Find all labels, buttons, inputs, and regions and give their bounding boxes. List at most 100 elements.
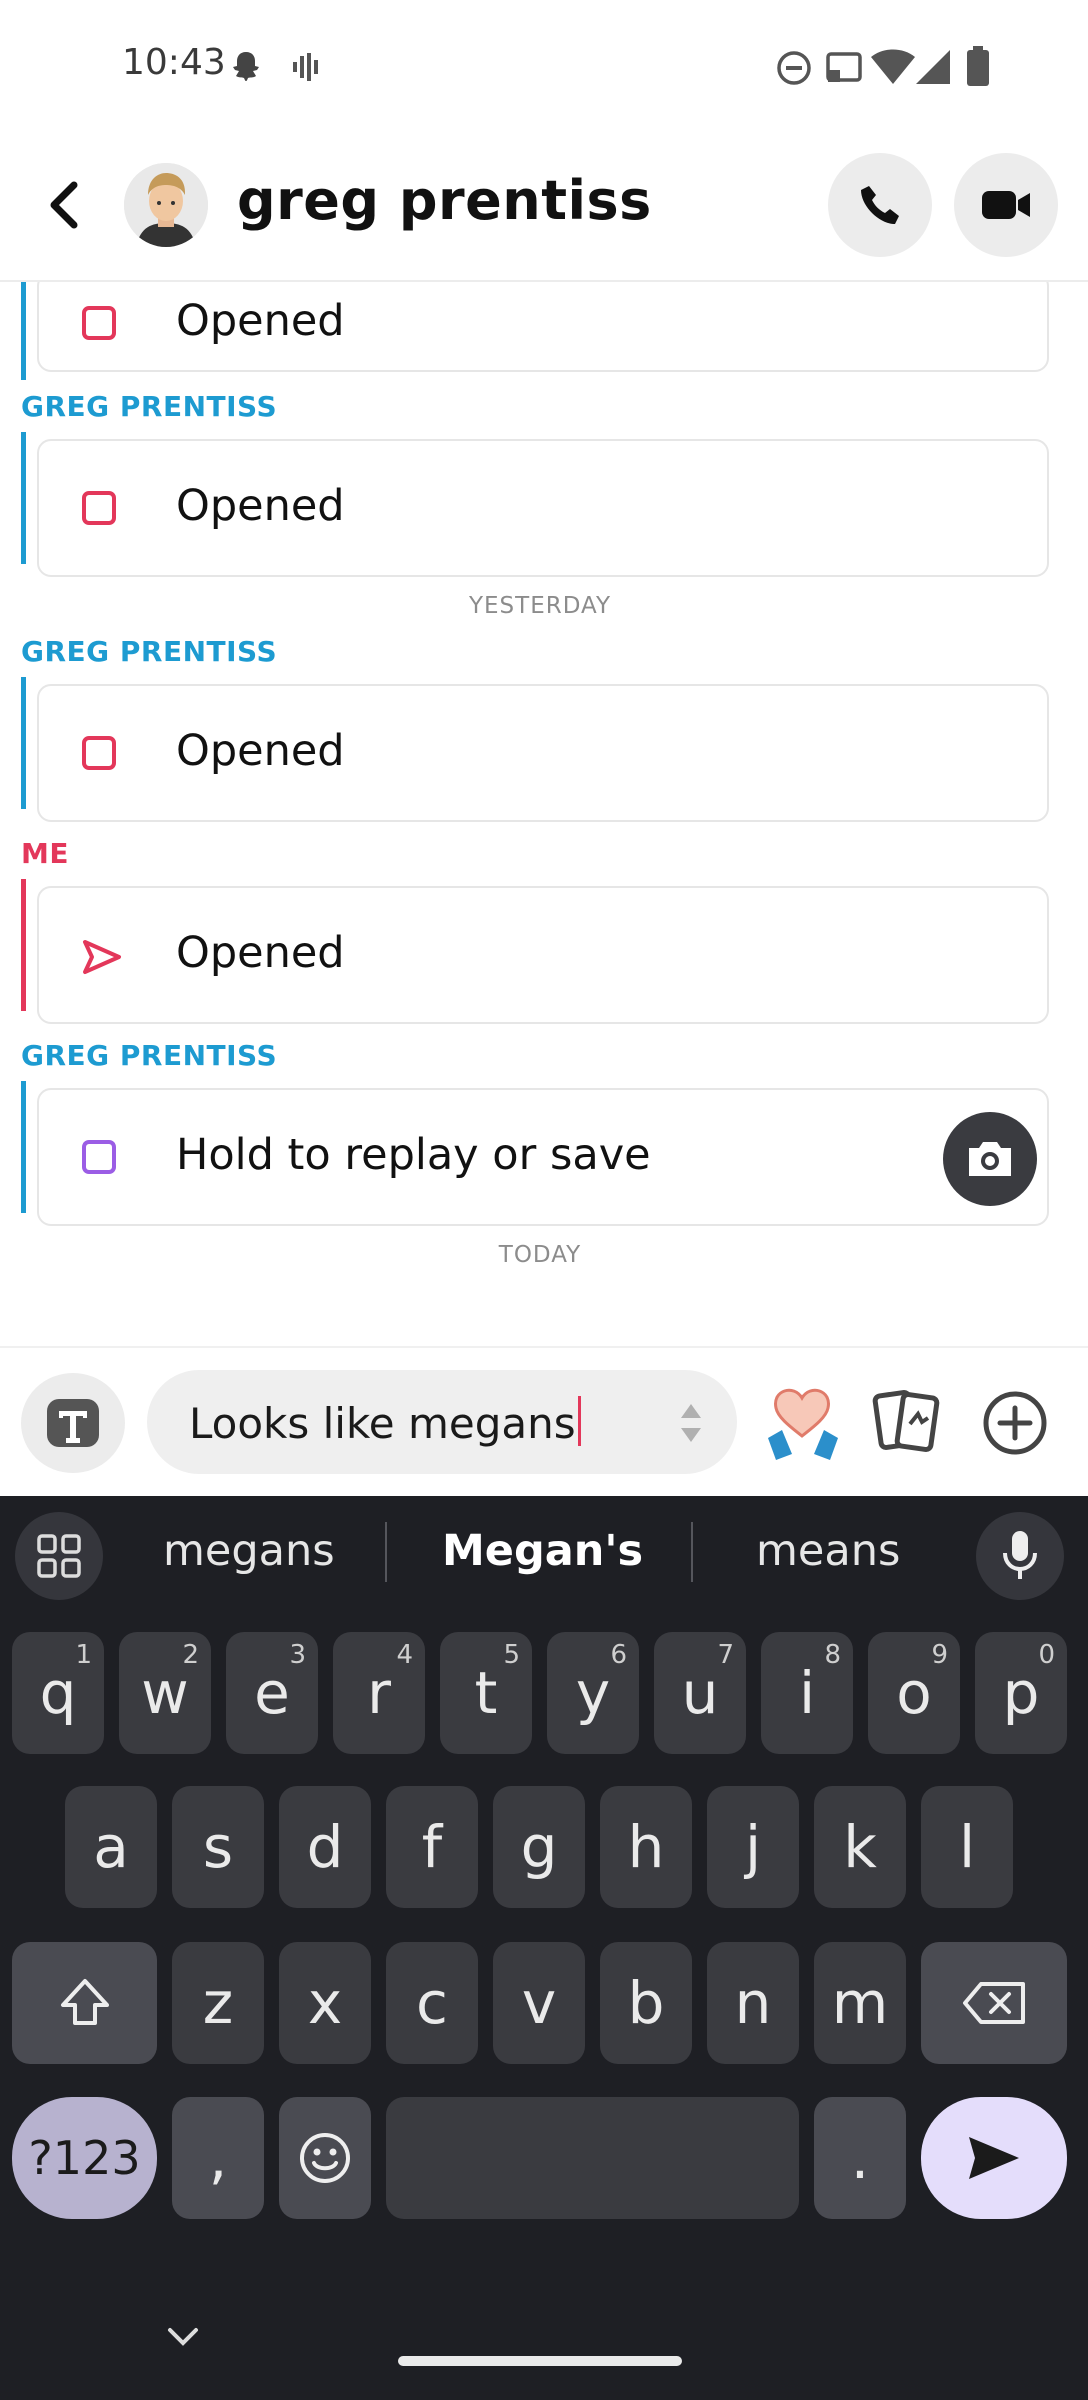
key-w[interactable]: w2 xyxy=(119,1632,211,1754)
key-v[interactable]: v xyxy=(493,1942,585,2064)
key-label: p xyxy=(1002,1659,1040,1727)
key-hint: 1 xyxy=(75,1640,92,1670)
camera-reply-button[interactable] xyxy=(943,1112,1037,1206)
sender-bar xyxy=(21,677,26,809)
text-mode-button[interactable] xyxy=(21,1373,125,1473)
voice-input-button[interactable] xyxy=(976,1512,1064,1600)
space-key[interactable] xyxy=(386,2097,799,2219)
key-i[interactable]: i8 xyxy=(761,1632,853,1754)
symbols-key[interactable]: ?123 xyxy=(12,2097,157,2219)
contact-name[interactable]: greg prentiss xyxy=(237,169,652,232)
key-label: e xyxy=(254,1659,290,1727)
key-a[interactable]: a xyxy=(65,1786,157,1908)
key-s[interactable]: s xyxy=(172,1786,264,1908)
cast-icon xyxy=(826,52,862,82)
wifi-icon xyxy=(871,49,915,84)
video-call-button[interactable] xyxy=(954,153,1058,257)
suggestion-3[interactable]: means xyxy=(756,1526,900,1576)
key-x[interactable]: x xyxy=(279,1942,371,2064)
message-bubble[interactable]: Opened xyxy=(37,886,1049,1024)
chat-header: greg prentiss xyxy=(0,135,1088,282)
sender-bar xyxy=(21,1081,26,1213)
key-k[interactable]: k xyxy=(814,1786,906,1908)
message-text: Opened xyxy=(176,481,345,531)
suggestion-2[interactable]: Megan's xyxy=(442,1526,643,1576)
key-z[interactable]: z xyxy=(172,1942,264,2064)
key-label: y xyxy=(575,1659,611,1727)
battery-icon xyxy=(967,46,989,86)
key-hint: 6 xyxy=(610,1640,627,1670)
key-hint: 8 xyxy=(824,1640,841,1670)
key-hint: 7 xyxy=(717,1640,734,1670)
key-label: i xyxy=(798,1659,816,1727)
shift-arrow-icon xyxy=(60,1979,109,2025)
key-d[interactable]: d xyxy=(279,1786,371,1908)
key-j[interactable]: j xyxy=(707,1786,799,1908)
key-m[interactable]: m xyxy=(814,1942,906,2064)
key-l[interactable]: l xyxy=(921,1786,1013,1908)
key-u[interactable]: u7 xyxy=(654,1632,746,1754)
cards-icon[interactable] xyxy=(872,1384,942,1460)
sender-label: GREG PRENTISS xyxy=(21,390,278,423)
message-bubble[interactable]: Opened xyxy=(37,684,1049,822)
key-q[interactable]: q1 xyxy=(12,1632,104,1754)
text-format-icon xyxy=(47,1399,99,1447)
key-h[interactable]: h xyxy=(600,1786,692,1908)
message-text: Opened xyxy=(176,296,345,346)
sender-label: GREG PRENTISS xyxy=(21,1039,278,1072)
signal-icon xyxy=(916,50,950,84)
key-p[interactable]: p0 xyxy=(975,1632,1067,1754)
key-b[interactable]: b xyxy=(600,1942,692,2064)
key-y[interactable]: y6 xyxy=(547,1632,639,1754)
opened-snap-icon xyxy=(82,736,116,770)
key-c[interactable]: c xyxy=(386,1942,478,2064)
message-text: Hold to replay or save xyxy=(176,1130,651,1180)
sender-bar xyxy=(21,282,26,380)
key-hint: 4 xyxy=(396,1640,413,1670)
sender-bar xyxy=(21,432,26,564)
message-input[interactable]: Looks like megans xyxy=(147,1370,737,1474)
keyboard-menu-button[interactable] xyxy=(15,1512,103,1600)
key-o[interactable]: o9 xyxy=(868,1632,960,1754)
key-n[interactable]: n xyxy=(707,1942,799,2064)
period-key[interactable]: . xyxy=(814,2097,906,2219)
chat-messages[interactable]: Opened GREG PRENTISS Opened YESTERDAY GR… xyxy=(0,282,1088,1346)
key-t[interactable]: t5 xyxy=(440,1632,532,1754)
status-time: 10:43 xyxy=(122,42,226,83)
video-camera-icon xyxy=(982,191,1030,219)
key-hint: 2 xyxy=(182,1640,199,1670)
message-bubble[interactable]: Opened xyxy=(37,282,1049,372)
suggestion-1[interactable]: megans xyxy=(163,1526,335,1576)
apps-grid-icon xyxy=(37,1534,81,1578)
avatar[interactable] xyxy=(124,163,208,247)
home-gesture-bar[interactable] xyxy=(398,2356,682,2366)
camera-icon xyxy=(969,1142,1011,1176)
keyboard: megans Megan's means q1 w2 e3 r4 t5 y6 u… xyxy=(0,1496,1088,2400)
key-label: r xyxy=(367,1659,391,1727)
key-g[interactable]: g xyxy=(493,1786,585,1908)
comma-key[interactable]: , xyxy=(172,2097,264,2219)
add-plus-icon[interactable] xyxy=(980,1388,1050,1458)
suggestion-divider xyxy=(385,1522,387,1582)
key-label: q xyxy=(39,1659,77,1727)
send-key[interactable] xyxy=(921,2097,1067,2219)
sticker-icon[interactable] xyxy=(758,1378,848,1466)
hide-keyboard-chevron-icon[interactable] xyxy=(166,2326,200,2348)
key-hint: 5 xyxy=(503,1640,520,1670)
expand-input-icon[interactable] xyxy=(679,1400,703,1446)
opened-snap-icon xyxy=(82,306,116,340)
send-arrow-icon xyxy=(969,2137,1019,2179)
key-e[interactable]: e3 xyxy=(226,1632,318,1754)
text-caret xyxy=(578,1396,581,1446)
voice-call-button[interactable] xyxy=(828,153,932,257)
back-arrow-icon[interactable] xyxy=(36,175,96,235)
chat-input-row: Looks like megans xyxy=(0,1346,1088,1498)
key-f[interactable]: f xyxy=(386,1786,478,1908)
shift-key[interactable] xyxy=(12,1942,157,2064)
backspace-key[interactable] xyxy=(921,1942,1067,2064)
key-r[interactable]: r4 xyxy=(333,1632,425,1754)
message-bubble[interactable]: Hold to replay or save xyxy=(37,1088,1049,1226)
emoji-key[interactable] xyxy=(279,2097,371,2219)
message-bubble[interactable]: Opened xyxy=(37,439,1049,577)
key-hint: 3 xyxy=(289,1640,306,1670)
